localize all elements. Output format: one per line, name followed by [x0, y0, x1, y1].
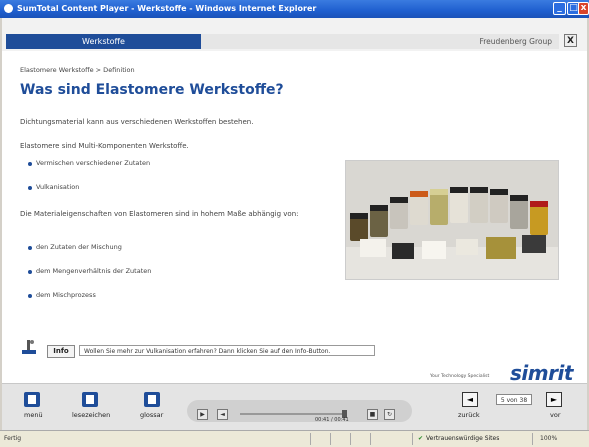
minimize-button[interactable]: _	[553, 2, 566, 15]
bookmark-icon[interactable]	[82, 392, 98, 407]
info-hint-text: Wollen Sie mehr zur Vulkanisation erfahr…	[79, 345, 375, 356]
brand-tagline: Your Technology Specialist	[430, 374, 490, 379]
status-divider	[370, 433, 371, 445]
close-player-button[interactable]: X	[564, 34, 577, 47]
close-window-button[interactable]: x	[578, 2, 589, 15]
stop-icon[interactable]: ■	[367, 409, 378, 420]
volume-icon[interactable]: ◄	[217, 409, 228, 420]
status-divider	[350, 433, 351, 445]
info-button[interactable]: Info	[47, 345, 75, 358]
window-titlebar: SumTotal Content Player - Werkstoffe - W…	[0, 0, 589, 18]
status-bar: Fertig Vertrauenswürdige Sites 100%	[0, 430, 589, 447]
progress-slider[interactable]	[240, 413, 345, 415]
info-person-icon	[20, 338, 38, 356]
simrit-logo: simrit	[510, 361, 573, 385]
list-item: dem Mischprozess	[28, 291, 96, 299]
bookmark-label[interactable]: lesezeichen	[72, 411, 110, 419]
window-title: SumTotal Content Player - Werkstoffe - W…	[17, 4, 317, 13]
status-divider	[330, 433, 331, 445]
zoom-level[interactable]: 100%	[540, 435, 557, 442]
paragraph-3: Die Materialeigenschaften von Elastomere…	[20, 210, 299, 218]
back-icon[interactable]: ◄	[462, 392, 478, 407]
menu-label[interactable]: menü	[24, 411, 43, 419]
player-controls: menü lesezeichen glossar ▶ ◄ 00:41 / 00:…	[2, 383, 587, 431]
page-indicator: 5 von 38	[496, 394, 532, 405]
ie-icon	[4, 4, 13, 13]
glossary-icon[interactable]	[144, 392, 160, 407]
menu-icon[interactable]	[24, 392, 40, 407]
content-player: Werkstoffe Freudenberg Group X Elastomer…	[2, 18, 587, 431]
back-label[interactable]: zurück	[458, 411, 480, 419]
list-item: Vermischen verschiedener Zutaten	[27, 159, 151, 167]
paragraph-1: Dichtungsmaterial kann aus verschiedenen…	[20, 118, 254, 126]
list-item: dem Mengenverhältnis der Zutaten	[27, 267, 152, 275]
elastomer-materials-photo	[345, 160, 559, 280]
breadcrumb: Elastomere Werkstoffe > Definition	[20, 66, 135, 74]
next-icon[interactable]: ►	[546, 392, 562, 407]
group-label: Freudenberg Group	[479, 37, 553, 46]
next-label[interactable]: vor	[550, 411, 561, 419]
time-display: 00:41 / 00:41	[315, 417, 349, 423]
list-item: Vulkanisation	[27, 183, 80, 191]
list-item: den Zutaten der Mischung	[28, 243, 122, 251]
status-divider	[412, 433, 413, 445]
replay-icon[interactable]: ↻	[384, 409, 395, 420]
media-player: ▶ ◄ 00:41 / 00:41 ■ ↻	[187, 400, 412, 423]
paragraph-2: Elastomere sind Multi-Komponenten Werkst…	[20, 142, 189, 150]
tab-werkstoffe[interactable]: Werkstoffe	[6, 34, 201, 49]
status-divider	[532, 433, 533, 445]
status-divider	[310, 433, 311, 445]
security-zone: Vertrauenswürdige Sites	[418, 435, 499, 442]
page-title: Was sind Elastomere Werkstoffe?	[20, 82, 284, 98]
status-text: Fertig	[4, 435, 22, 442]
header-bar: Werkstoffe Freudenberg Group X	[2, 18, 587, 51]
play-icon[interactable]: ▶	[197, 409, 208, 420]
glossary-label[interactable]: glossar	[140, 411, 163, 419]
